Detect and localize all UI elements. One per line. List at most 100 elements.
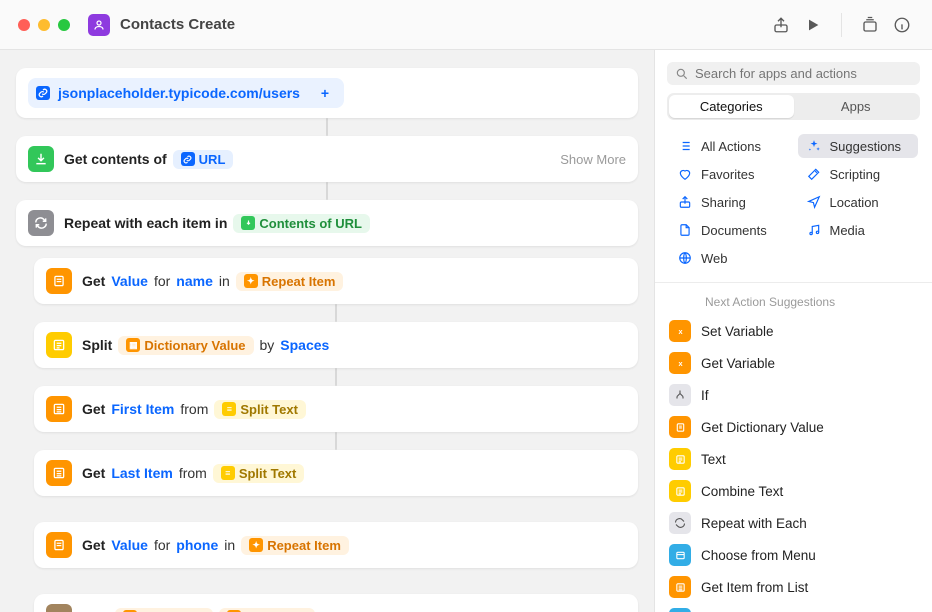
param-first-item[interactable]: First Item [111,401,174,417]
segmented-control[interactable]: Categories Apps [667,93,920,120]
sparkle-icon [806,138,822,154]
list-icon [46,460,72,486]
action-get-dictionary-value[interactable]: Get Value for phone in ✦ Repeat Item [34,522,638,568]
close-button[interactable] [18,19,30,31]
minimize-button[interactable] [38,19,50,31]
zoom-button[interactable] [58,19,70,31]
suggestions-header: Next Action Suggestions [655,283,932,315]
suggestion-choose-from-menu[interactable]: Choose from Menu [655,539,932,571]
search-icon [675,67,689,81]
text-icon: ≡ [222,402,236,416]
param-separator[interactable]: Spaces [280,337,329,353]
download-icon [28,146,54,172]
music-icon [806,222,822,238]
search-input[interactable] [695,66,912,81]
search-field[interactable] [667,62,920,85]
category-location[interactable]: Location [798,190,919,214]
x-icon: x [669,320,691,342]
library-button[interactable] [854,11,886,39]
category-media[interactable]: Media [798,218,919,242]
category-scripting[interactable]: Scripting [798,162,919,186]
token-repeat-item[interactable]: ✦ Repeat Item [236,272,344,291]
action-url[interactable]: jsonplaceholder.typicode.com/users + [16,68,638,118]
suggestion-get-item-from-list[interactable]: Get Item from List [655,571,932,603]
category-web[interactable]: Web [669,246,790,270]
run-button[interactable] [797,11,829,39]
token-repeat-item[interactable]: ✦ Repeat Item [241,536,349,555]
token-dictionary-value[interactable]: ▦ Dictionary Value [118,336,253,355]
action-get-contents[interactable]: Get contents of URL Show More [16,136,638,182]
param-last-item[interactable]: Last Item [111,465,172,481]
suggestion-get-variable[interactable]: xGet Variable [655,347,932,379]
suggestion-combine-text[interactable]: Combine Text [655,475,932,507]
suggestion-get-dictionary-value[interactable]: Get Dictionary Value [655,411,932,443]
action-get-item-from-list[interactable]: Get Last Item from ≡ Split Text [34,450,638,496]
download-icon [241,216,255,230]
param-value[interactable]: Value [111,273,148,289]
url-value: jsonplaceholder.typicode.com/users [58,85,300,101]
actions-sidebar: Categories Apps All Actions Suggestions Fa… [654,50,932,612]
menu-icon [669,544,691,566]
token-url[interactable]: URL [173,150,234,169]
link-icon [181,152,195,166]
svg-text:x: x [678,358,683,367]
suggestion-set-variable[interactable]: xSet Variable [655,315,932,347]
menu-icon [669,608,691,612]
nav-icon [806,194,822,210]
category-suggestions[interactable]: Suggestions [798,134,919,158]
action-get-item-from-list[interactable]: Get First Item from ≡ Split Text [34,386,638,432]
branch-icon [669,384,691,406]
suggestion-repeat-with-each[interactable]: Repeat with Each [655,507,932,539]
info-button[interactable] [886,11,918,39]
dictionary-icon: ▦ [126,338,140,352]
text-icon [669,448,691,470]
share-icon [677,194,693,210]
token-lastname[interactable]: x LastName [219,608,315,612]
segment-categories[interactable]: Categories [669,95,794,118]
token-contents-of-url[interactable]: Contents of URL [233,214,370,233]
param-key[interactable]: name [176,273,213,289]
suggestions-list: xSet VariablexGet VariableIfGet Dictiona… [655,315,932,612]
workflow-editor[interactable]: jsonplaceholder.typicode.com/users + Get… [0,50,654,612]
token-split-text[interactable]: ≡ Split Text [214,400,306,419]
segment-apps[interactable]: Apps [794,95,919,118]
show-more[interactable]: Show More [560,152,626,167]
token-split-text[interactable]: ≡ Split Text [213,464,305,483]
repeat-body: Get Value for name in ✦ Repeat Item [16,258,638,612]
titlebar: Contacts Create [0,0,932,50]
x-icon: x [669,352,691,374]
globe-icon [677,250,693,266]
param-key[interactable]: phone [176,537,218,553]
text-icon: ≡ [221,466,235,480]
action-add-contact[interactable]: Add x FirstName x LastName to Contacts S… [34,594,638,612]
category-sharing[interactable]: Sharing [669,190,790,214]
text-icon [669,480,691,502]
app-icon [88,14,110,36]
list-icon [677,138,693,154]
suggestion-choose-from-list[interactable]: Choose from List [655,603,932,612]
dictionary-icon [46,268,72,294]
contacts-icon [46,604,72,612]
variable-icon: ✦ [249,538,263,552]
repeat-icon [28,210,54,236]
category-favorites[interactable]: Favorites [669,162,790,186]
action-split-text[interactable]: Split ▦ Dictionary Value by Spaces [34,322,638,368]
doc-icon [677,222,693,238]
action-get-dictionary-value[interactable]: Get Value for name in ✦ Repeat Item [34,258,638,304]
suggestion-text[interactable]: Text [655,443,932,475]
variable-icon: ✦ [244,274,258,288]
token-firstname[interactable]: x FirstName [115,608,213,612]
param-value[interactable]: Value [111,537,148,553]
window-title: Contacts Create [120,16,235,33]
share-button[interactable] [765,11,797,39]
svg-text:x: x [678,326,683,335]
list-icon [669,576,691,598]
text-icon [46,332,72,358]
suggestion-if[interactable]: If [655,379,932,411]
window-controls [18,19,70,31]
action-repeat[interactable]: Repeat with each item in Contents of URL [16,200,638,246]
dictionary-icon [46,532,72,558]
category-documents[interactable]: Documents [669,218,790,242]
category-all-actions[interactable]: All Actions [669,134,790,158]
add-url-button[interactable]: + [314,82,336,104]
